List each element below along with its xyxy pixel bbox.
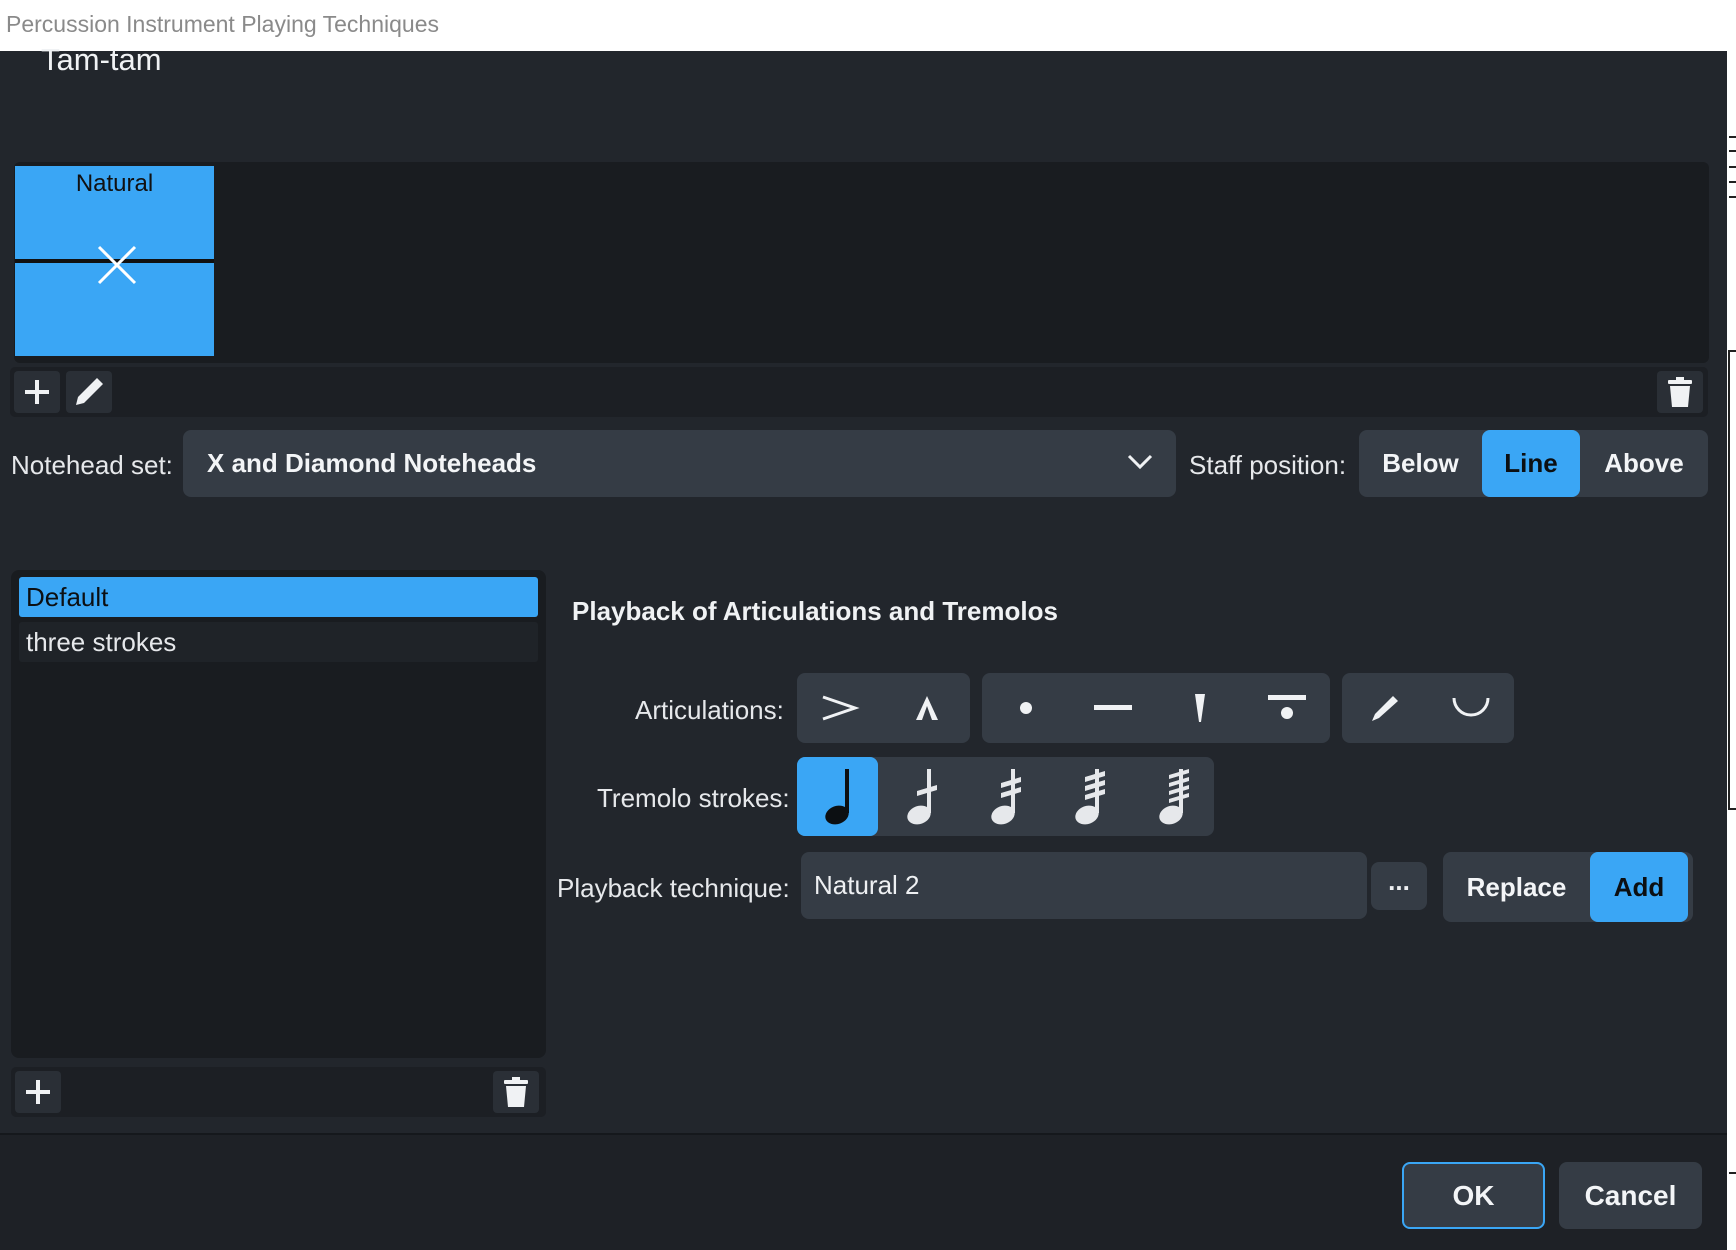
add-button[interactable]: Add	[1590, 852, 1688, 922]
staccato-button[interactable]	[982, 673, 1069, 743]
staccatissimo-button[interactable]	[1156, 673, 1243, 743]
chevron-down-icon	[1127, 454, 1153, 470]
tremolo-strokes-group	[797, 757, 1214, 836]
tenuto-button[interactable]	[1069, 673, 1156, 743]
unstress-icon	[1452, 697, 1490, 717]
plus-icon	[26, 1080, 50, 1104]
articulations-group-1	[797, 673, 970, 743]
trash-icon	[504, 1077, 528, 1107]
tremolo-none-button[interactable]	[797, 757, 878, 836]
staff-line	[1729, 350, 1736, 352]
ok-button[interactable]: OK	[1402, 1162, 1545, 1229]
stress-icon	[1372, 696, 1398, 721]
notehead-set-label: Notehead set:	[11, 450, 173, 480]
no-tremolo-note-icon	[824, 768, 849, 824]
staff-position-line[interactable]: Line	[1482, 430, 1580, 497]
staff-position-below[interactable]: Below	[1359, 430, 1482, 497]
replace-button[interactable]: Replace	[1443, 852, 1590, 922]
staff-line	[1729, 150, 1736, 152]
tenuto-icon	[1093, 705, 1132, 710]
variations-toolbar	[11, 1067, 546, 1117]
more-options-button[interactable]: ...	[1371, 862, 1427, 910]
staff-position-segmented: Below Line Above	[1359, 430, 1708, 497]
notehead-set-value: X and Diamond Noteheads	[207, 448, 537, 478]
list-item[interactable]: Default	[19, 577, 538, 617]
plus-icon	[25, 380, 49, 404]
tremolo-1-stroke-icon	[907, 768, 937, 824]
staff-line	[1729, 181, 1736, 183]
staff-position-above[interactable]: Above	[1580, 430, 1708, 497]
instrument-name: Tam-tam	[41, 42, 162, 77]
technique-strip	[14, 162, 1709, 363]
section-title: Playback of Articulations and Tremolos	[572, 596, 1058, 626]
staff-line	[1729, 1172, 1736, 1174]
playback-technique-field[interactable]: Natural 2	[801, 852, 1367, 919]
marcato-icon	[915, 696, 938, 720]
trash-icon	[1668, 377, 1692, 407]
pencil-icon	[76, 378, 103, 405]
playback-mode-segmented: Replace Add	[1443, 852, 1693, 922]
accent-button[interactable]	[797, 673, 883, 743]
technique-toolbar	[10, 367, 1708, 417]
staff-position-label: Staff position:	[1189, 450, 1347, 480]
tremolo-1-button[interactable]	[878, 757, 962, 836]
add-technique-button[interactable]	[14, 371, 60, 413]
unstress-button[interactable]	[1428, 673, 1514, 743]
delete-technique-button[interactable]	[1657, 371, 1703, 413]
staff-line	[1729, 136, 1736, 138]
staff-line	[1729, 196, 1736, 198]
x-notehead-icon	[97, 245, 137, 285]
articulations-group-3	[1342, 673, 1514, 743]
accent-icon	[822, 695, 860, 721]
staff-line	[1729, 808, 1736, 810]
cancel-button[interactable]: Cancel	[1559, 1162, 1702, 1229]
list-item[interactable]: three strokes	[19, 622, 538, 662]
tremolo-3-strokes-icon	[1075, 768, 1105, 824]
tenuto-staccato-button[interactable]	[1243, 673, 1330, 743]
staff-line	[1729, 166, 1736, 168]
technique-card-natural[interactable]: Natural	[15, 166, 214, 356]
staccatissimo-icon	[1194, 694, 1205, 722]
marcato-button[interactable]	[883, 673, 970, 743]
staccato-icon	[1019, 702, 1032, 714]
barline	[1728, 350, 1730, 810]
playback-technique-value: Natural 2	[814, 870, 920, 900]
articulations-group-2	[982, 673, 1330, 743]
background-window-edge	[1727, 0, 1736, 1250]
tremolo-4-button[interactable]	[1130, 757, 1214, 836]
tenuto-staccato-icon	[1267, 695, 1306, 719]
playback-technique-label: Playback technique:	[557, 873, 790, 903]
stress-button[interactable]	[1342, 673, 1428, 743]
tremolo-2-strokes-icon	[991, 768, 1021, 824]
window-title: Percussion Instrument Playing Techniques	[0, 0, 1727, 51]
notehead-set-dropdown[interactable]: X and Diamond Noteheads	[183, 430, 1176, 497]
edit-technique-button[interactable]	[66, 371, 112, 413]
add-variation-button[interactable]	[15, 1071, 61, 1113]
tremolo-3-button[interactable]	[1046, 757, 1130, 836]
variations-list: Default three strokes	[11, 570, 546, 1058]
technique-card-label: Natural	[75, 170, 154, 197]
tremolo-2-button[interactable]	[962, 757, 1046, 836]
articulations-label: Articulations:	[635, 695, 784, 725]
tremolo-strokes-label: Tremolo strokes:	[597, 783, 790, 813]
delete-variation-button[interactable]	[493, 1071, 539, 1113]
tremolo-4-strokes-icon	[1159, 768, 1189, 824]
